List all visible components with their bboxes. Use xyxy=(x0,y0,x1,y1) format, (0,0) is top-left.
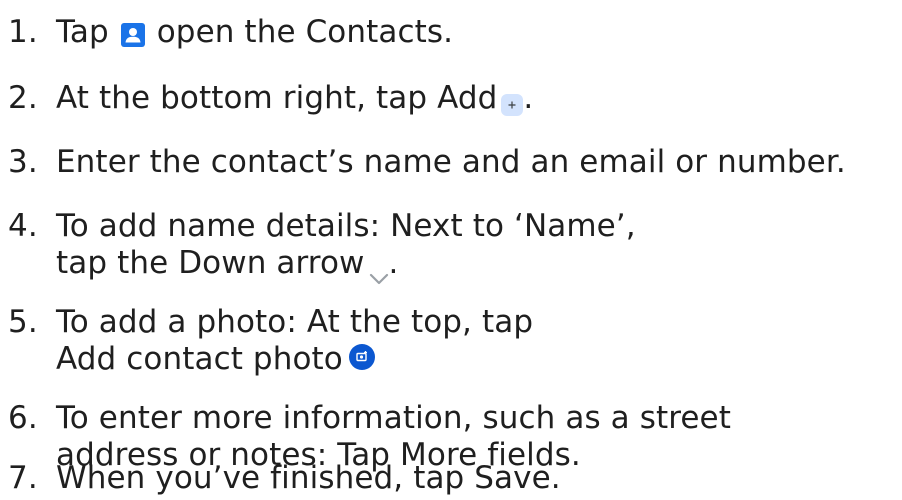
step-1: 1. Tap open the Contacts. xyxy=(8,12,453,52)
step-5-continuation: Add contact photo xyxy=(8,339,375,379)
contacts-app-icon xyxy=(120,17,145,47)
step-number: 5. xyxy=(8,304,38,340)
step-text-continued: open the Contacts. xyxy=(156,14,454,50)
step-number: 2. xyxy=(8,80,38,116)
step-text: Tap xyxy=(56,14,109,50)
step-number: 6. xyxy=(8,400,38,436)
step-text-continued: . xyxy=(388,245,399,281)
step-text: To add name details: Next to ‘Name’, xyxy=(56,208,636,244)
step-text: To enter more information, such as a str… xyxy=(56,400,731,436)
step-text: Add contact photo xyxy=(56,341,343,377)
step-4-continuation: tap the Down arrow . xyxy=(8,243,399,284)
step-text: At the bottom right, tap Add xyxy=(56,80,498,116)
step-7: 7. When you’ve finished, tap Save. xyxy=(8,458,561,498)
chevron-down-icon xyxy=(369,256,389,284)
step-number: 3. xyxy=(8,144,38,180)
step-text: Enter the contact’s name and an email or… xyxy=(56,144,846,180)
step-6: 6. To enter more information, such as a s… xyxy=(8,398,731,438)
step-number: 4. xyxy=(8,208,38,244)
step-text: To add a photo: At the top, tap xyxy=(56,304,534,340)
step-4: 4. To add name details: Next to ‘Name’, xyxy=(8,206,636,246)
step-5: 5. To add a photo: At the top, tap xyxy=(8,302,533,342)
add-icon xyxy=(501,86,524,116)
step-text-continued: . xyxy=(523,80,534,116)
step-3: 3. Enter the contact’s name and an email … xyxy=(8,142,846,182)
add-photo-icon xyxy=(348,340,375,370)
step-2: 2. At the bottom right, tap Add . xyxy=(8,78,533,118)
step-text: When you’ve finished, tap Save. xyxy=(56,460,561,496)
step-number: 1. xyxy=(8,14,38,50)
step-text: tap the Down arrow xyxy=(56,245,365,281)
step-number: 7. xyxy=(8,460,38,496)
